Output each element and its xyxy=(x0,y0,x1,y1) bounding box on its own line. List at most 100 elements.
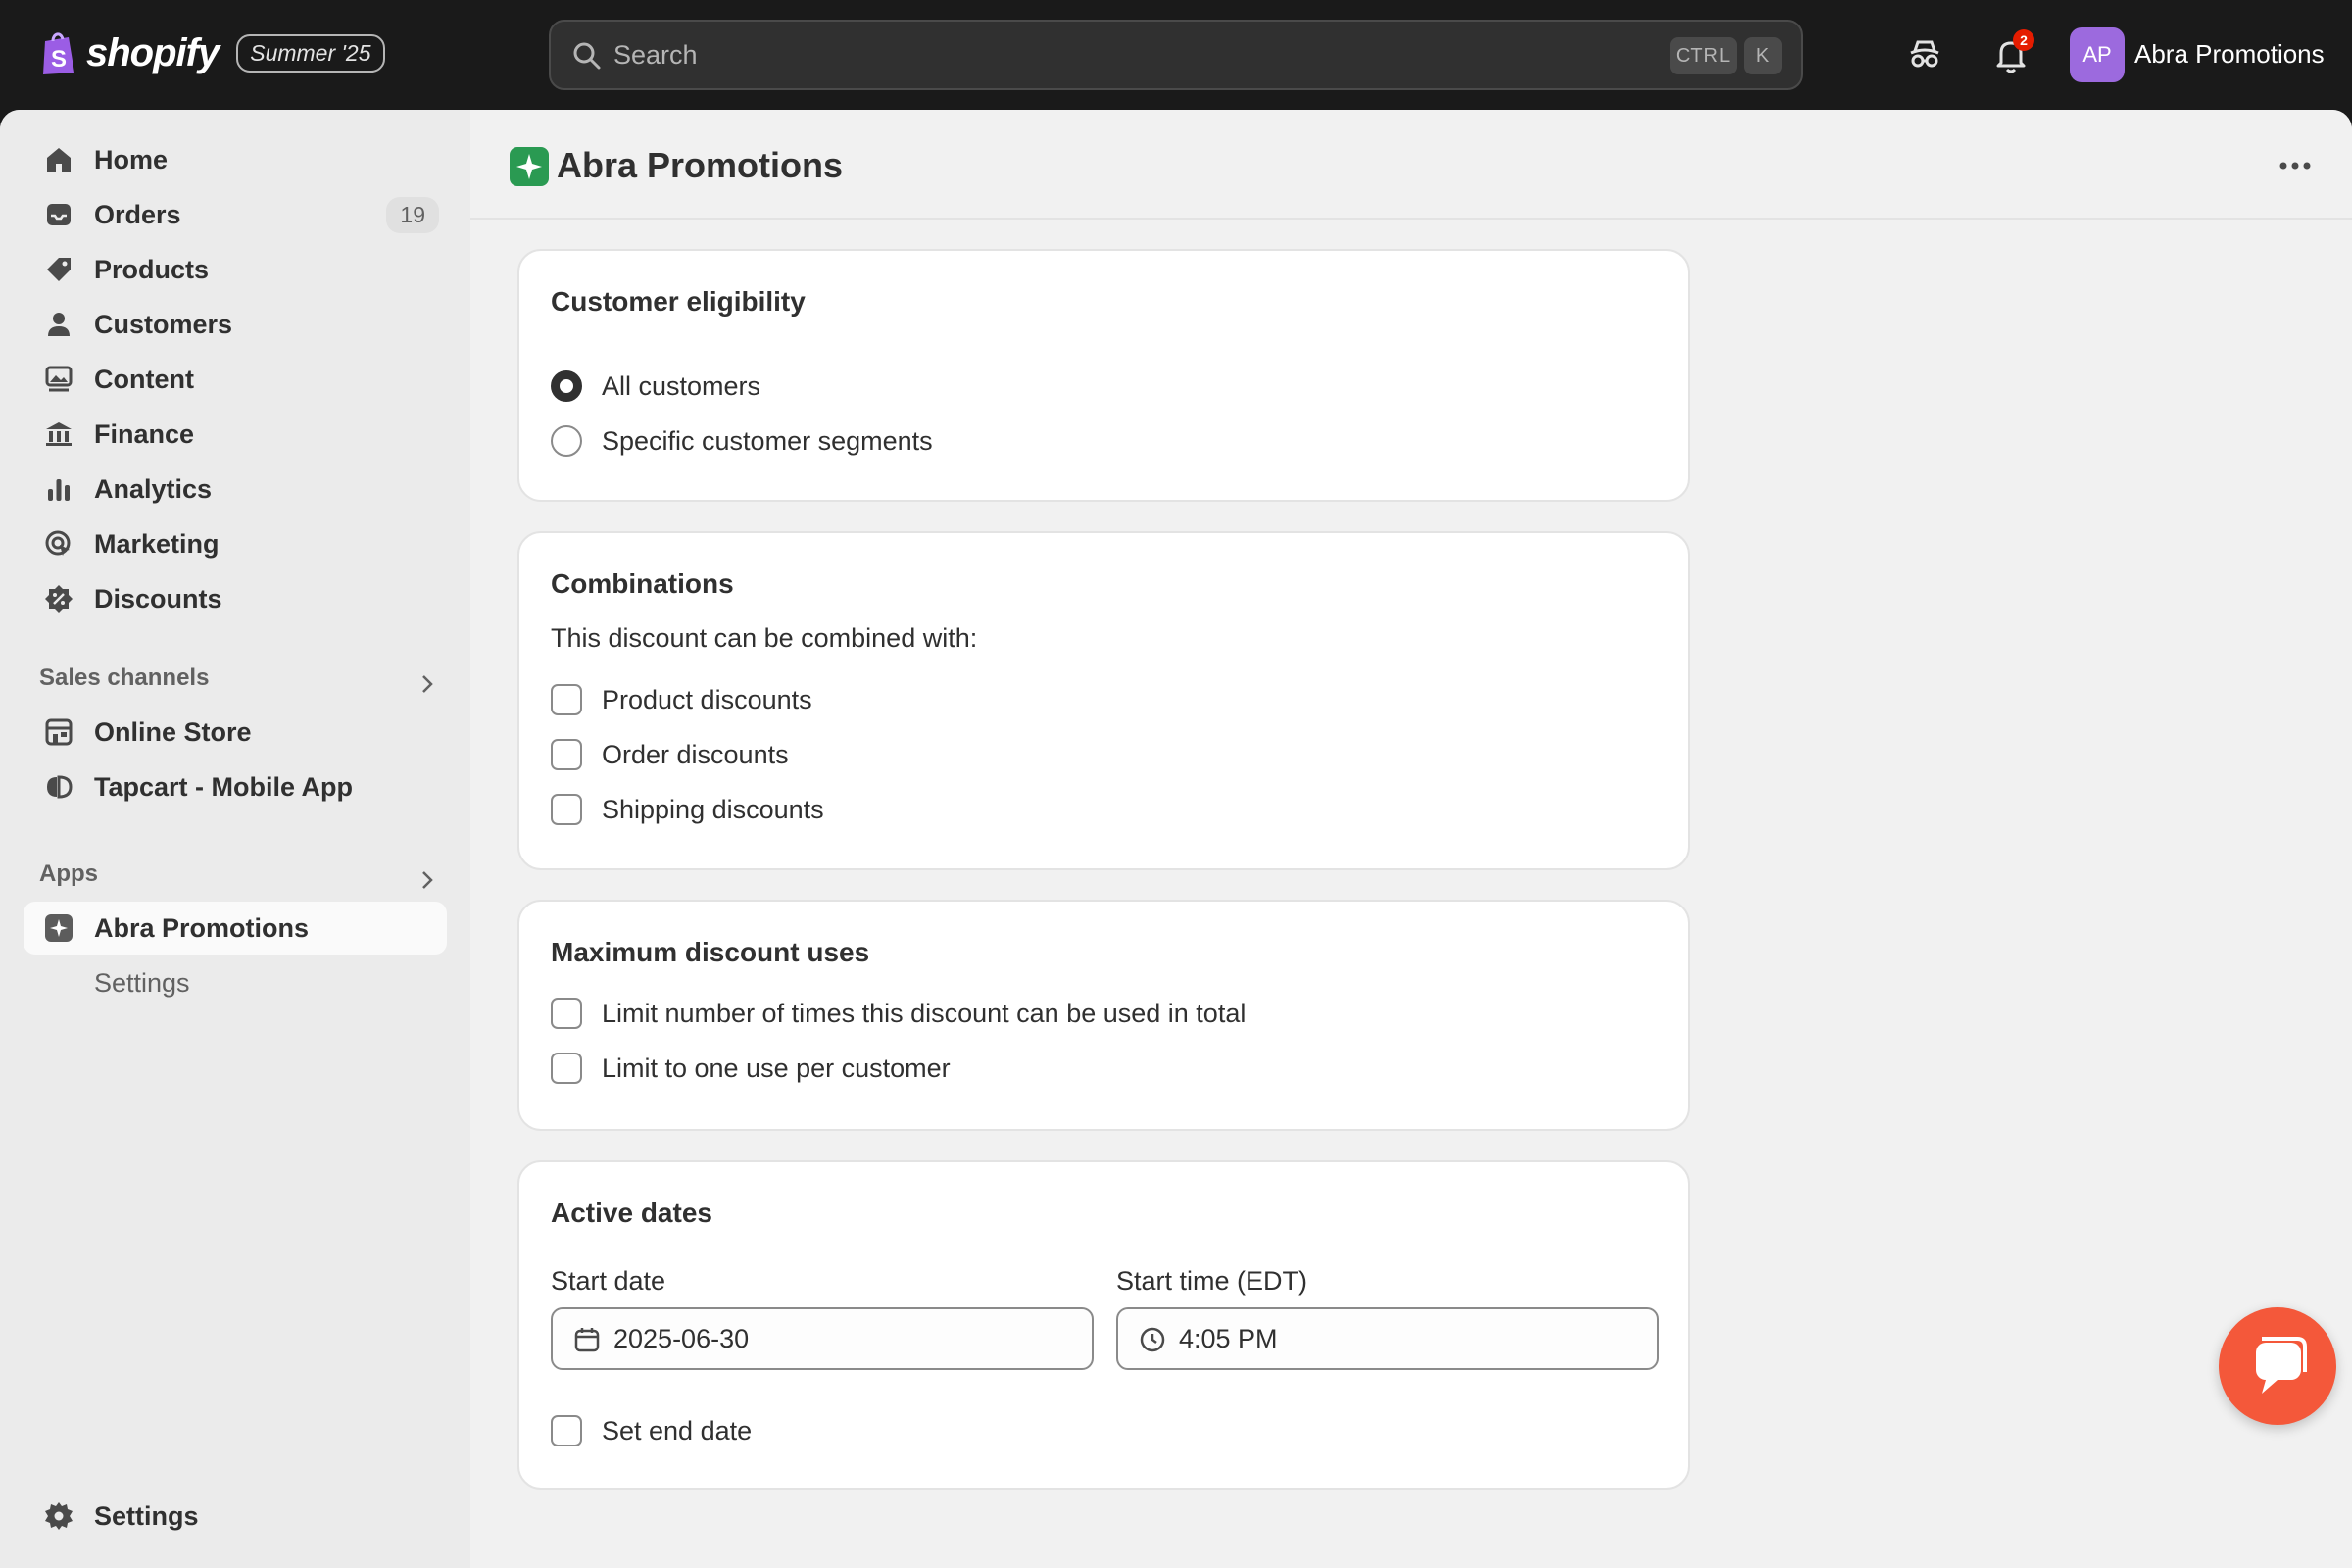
store-icon xyxy=(45,718,73,746)
gear-icon xyxy=(45,1502,73,1530)
incognito-icon[interactable] xyxy=(1903,33,1946,76)
more-actions-icon[interactable] xyxy=(2274,151,2317,180)
checkbox-product-discounts[interactable]: Product discounts xyxy=(551,682,812,717)
svg-text:S: S xyxy=(51,46,67,73)
calendar-icon xyxy=(574,1328,600,1352)
radio-all-customers[interactable]: All customers xyxy=(551,368,760,404)
sales-channels-heading-label: Sales channels xyxy=(39,664,210,691)
checkbox-set-end-date[interactable]: Set end date xyxy=(551,1413,752,1448)
radio-button[interactable] xyxy=(551,425,582,457)
checkbox-order-discounts[interactable]: Order discounts xyxy=(551,737,789,772)
option-label: Order discounts xyxy=(602,739,789,769)
app-shell: Home Orders 19 Products Customers Conten… xyxy=(0,110,2352,1568)
edition-badge[interactable]: Summer '25 xyxy=(236,33,385,73)
customer-eligibility-card: Customer eligibility All customers Speci… xyxy=(517,249,1690,502)
sales-channels-heading[interactable]: Sales channels xyxy=(39,664,441,693)
checkbox-one-per-customer[interactable]: Limit to one use per customer xyxy=(551,1051,951,1086)
sidebar-item-label: Finance xyxy=(94,418,195,449)
start-date-value: 2025-06-30 xyxy=(613,1323,750,1353)
avatar[interactable]: AP xyxy=(2070,27,2125,82)
card-title: Active dates xyxy=(551,1198,712,1228)
search-icon xyxy=(573,42,601,70)
sidebar-item-label: Discounts xyxy=(94,583,222,613)
store-name[interactable]: Abra Promotions xyxy=(2134,39,2325,70)
tapcart-icon xyxy=(47,775,73,799)
abra-icon xyxy=(45,914,73,942)
sidebar-item-content[interactable]: Content xyxy=(24,353,447,406)
option-label: All customers xyxy=(602,370,761,401)
checkbox-shipping-discounts[interactable]: Shipping discounts xyxy=(551,792,824,827)
chevron-right-icon[interactable] xyxy=(414,670,441,698)
radio-specific-segments[interactable]: Specific customer segments xyxy=(551,423,933,459)
sidebar-item-label: Abra Promotions xyxy=(94,912,310,943)
sidebar-item-label: Online Store xyxy=(94,716,252,747)
combinations-description: This discount can be combined with: xyxy=(551,623,978,653)
checkbox[interactable] xyxy=(551,794,582,825)
checkbox[interactable] xyxy=(551,1415,582,1446)
start-date-label: Start date xyxy=(551,1266,666,1296)
orders-icon xyxy=(47,204,71,225)
option-label: Set end date xyxy=(602,1415,753,1446)
combinations-card: Combinations This discount can be combin… xyxy=(517,531,1690,870)
sidebar-item-finance[interactable]: Finance xyxy=(24,408,447,461)
radio-button-selected[interactable] xyxy=(551,370,582,402)
sidebar-item-products[interactable]: Products xyxy=(24,243,447,296)
card-title: Maximum discount uses xyxy=(551,937,870,967)
sidebar-item-label: Content xyxy=(94,364,194,394)
sidebar-item-online-store[interactable]: Online Store xyxy=(24,706,447,759)
target-icon xyxy=(45,530,71,556)
abra-app-icon xyxy=(510,147,549,186)
search-bar[interactable]: Search CTRL K xyxy=(549,20,1803,90)
sidebar-item-label: Home xyxy=(94,144,169,174)
checkbox[interactable] xyxy=(551,684,582,715)
sidebar-item-settings[interactable]: Settings xyxy=(24,1490,447,1543)
sidebar-item-app-settings[interactable]: Settings xyxy=(24,956,447,1009)
search-placeholder: Search xyxy=(613,39,698,70)
bank-icon xyxy=(46,422,72,446)
checkbox[interactable] xyxy=(551,739,582,770)
sidebar-item-orders[interactable]: Orders 19 xyxy=(24,188,447,241)
chat-support-button[interactable] xyxy=(2219,1307,2336,1425)
main-content: Abra Promotions Customer eligibility All… xyxy=(470,110,2352,1568)
chevron-right-icon[interactable] xyxy=(414,866,441,894)
sidebar-item-marketing[interactable]: Marketing xyxy=(24,517,447,570)
checkbox-limit-total[interactable]: Limit number of times this discount can … xyxy=(551,996,1246,1031)
checkbox[interactable] xyxy=(551,998,582,1029)
sidebar-item-label: Customers xyxy=(94,309,233,339)
bar-chart-icon xyxy=(48,479,70,501)
shopify-logo[interactable]: S shopify Summer '25 xyxy=(39,29,385,76)
sidebar-item-label: Settings xyxy=(94,1500,199,1531)
shortcut-ctrl-key: CTRL xyxy=(1670,37,1737,74)
sidebar-item-home[interactable]: Home xyxy=(24,133,447,186)
checkbox[interactable] xyxy=(551,1053,582,1084)
option-label: Specific customer segments xyxy=(602,425,933,456)
shortcut-k-key: K xyxy=(1744,37,1782,74)
apps-heading-label: Apps xyxy=(39,860,98,887)
option-label: Product discounts xyxy=(602,684,812,714)
start-date-field[interactable]: 2025-06-30 xyxy=(551,1307,1094,1370)
sidebar-item-analytics[interactable]: Analytics xyxy=(24,463,447,515)
person-icon xyxy=(48,313,70,336)
orders-count-badge: 19 xyxy=(386,196,439,233)
discount-icon xyxy=(45,585,73,612)
notification-badge: 2 xyxy=(2013,29,2034,51)
sidebar-item-abra-promotions[interactable]: Abra Promotions xyxy=(24,902,447,955)
apps-heading[interactable]: Apps xyxy=(39,860,441,889)
sidebar-item-tapcart[interactable]: Tapcart - Mobile App xyxy=(24,760,447,813)
sidebar-item-discounts[interactable]: Discounts xyxy=(24,572,447,625)
start-time-label: Start time (EDT) xyxy=(1116,1266,1308,1296)
option-label: Limit number of times this discount can … xyxy=(602,998,1247,1028)
option-label: Shipping discounts xyxy=(602,794,824,824)
brand-name: shopify xyxy=(86,30,220,74)
top-bar: S shopify Summer '25 Search CTRL K 2 AP … xyxy=(0,0,2352,110)
sidebar-item-label: Analytics xyxy=(94,473,213,504)
sparkle-icon xyxy=(516,154,542,179)
max-uses-card: Maximum discount uses Limit number of ti… xyxy=(517,900,1690,1131)
sidebar-item-customers[interactable]: Customers xyxy=(24,298,447,351)
sidebar-item-label: Products xyxy=(94,254,210,284)
sidebar-item-label: Settings xyxy=(94,967,190,998)
page-title: Abra Promotions xyxy=(557,145,844,185)
start-time-field[interactable]: 4:05 PM xyxy=(1116,1307,1659,1370)
home-icon xyxy=(47,148,71,172)
start-time-value: 4:05 PM xyxy=(1179,1323,1278,1353)
